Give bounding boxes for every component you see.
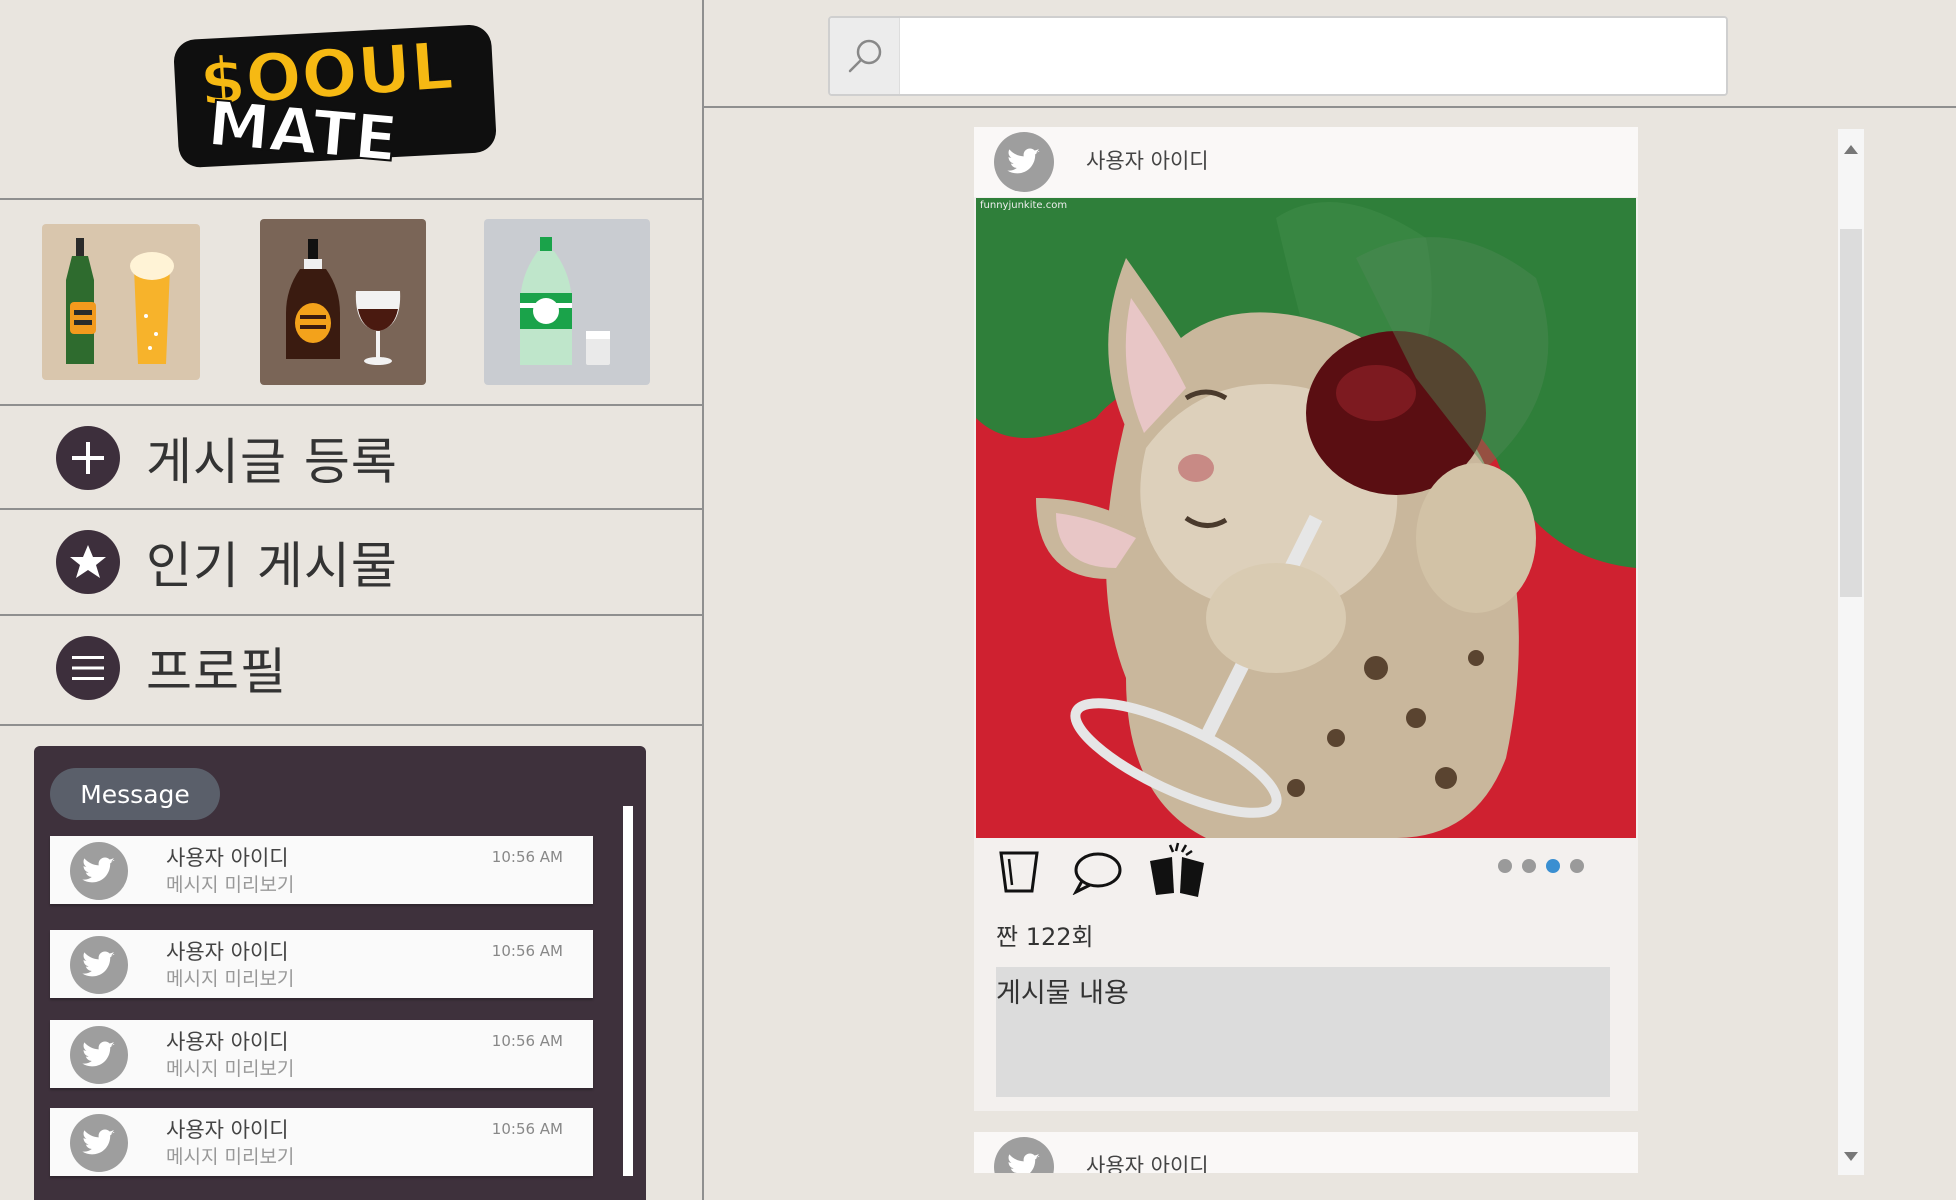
message-preview: 메시지 미리보기 xyxy=(166,1058,295,1080)
scroll-down-arrow[interactable] xyxy=(1844,1152,1858,1161)
avatar[interactable] xyxy=(994,132,1054,192)
divider xyxy=(0,198,704,200)
message-item[interactable]: 사용자 아이디 메시지 미리보기 10:56 AM xyxy=(50,1108,593,1176)
twitter-bird-icon xyxy=(1008,1153,1040,1173)
soju-icon xyxy=(520,237,610,365)
feed-scrollbar[interactable] xyxy=(1838,129,1864,1175)
message-time: 10:56 AM xyxy=(491,1032,563,1050)
post-header: 사용자 아이디 xyxy=(974,1132,1638,1173)
beer-icon xyxy=(66,238,174,364)
nav-profile[interactable]: 프로필 xyxy=(0,616,704,720)
app-root: $OOUL MATE 게시글 등록 인기 게시물 프로필 Message 사용자… xyxy=(0,0,1956,1200)
nav-popular[interactable]: 인기 게시물 xyxy=(0,510,704,614)
post-feed: 사용자 아이디 funnyjunkite.com 짠 122회 게시물 내용 사… xyxy=(974,127,1638,1173)
message-scrollbar[interactable] xyxy=(623,806,633,1176)
glass-button[interactable] xyxy=(996,849,1042,899)
post-card: 사용자 아이디 xyxy=(974,1132,1638,1173)
carousel-dot[interactable] xyxy=(1498,859,1512,873)
soulmate-logo[interactable]: $OOUL MATE xyxy=(170,22,505,177)
message-item[interactable]: 사용자 아이디 메시지 미리보기 10:56 AM xyxy=(50,836,593,904)
nav-profile-label: 프로필 xyxy=(146,643,287,701)
search-icon xyxy=(848,39,881,73)
post-header: 사용자 아이디 xyxy=(974,127,1638,197)
post-username[interactable]: 사용자 아이디 xyxy=(1086,145,1209,175)
twitter-bird-icon xyxy=(82,1129,115,1155)
message-panel: Message 사용자 아이디 메시지 미리보기 10:56 AM 사용자 아이… xyxy=(34,746,646,1200)
scroll-up-arrow[interactable] xyxy=(1844,145,1858,154)
message-preview: 메시지 미리보기 xyxy=(166,1146,295,1168)
message-time: 10:56 AM xyxy=(491,1120,563,1138)
divider xyxy=(0,724,704,726)
category-whiskey[interactable] xyxy=(260,219,426,385)
twitter-bird-icon xyxy=(82,951,115,977)
header-divider xyxy=(704,106,1956,108)
nav-popular-label: 인기 게시물 xyxy=(146,537,398,595)
nav-new-post[interactable]: 게시글 등록 xyxy=(0,406,704,510)
avatar xyxy=(70,842,128,900)
avatar xyxy=(70,936,128,994)
message-user: 사용자 아이디 xyxy=(166,1118,289,1142)
image-watermark: funnyjunkite.com xyxy=(980,200,1067,211)
carousel-dot[interactable] xyxy=(1570,859,1584,873)
whiskey-icon xyxy=(286,239,401,365)
avatar xyxy=(70,1114,128,1172)
post-content-text: 게시물 내용 xyxy=(996,978,1129,1009)
category-beer[interactable] xyxy=(42,224,200,380)
message-user: 사용자 아이디 xyxy=(166,846,289,870)
search-input[interactable] xyxy=(902,18,1726,94)
twitter-bird-icon xyxy=(1007,148,1040,174)
message-time: 10:56 AM xyxy=(491,942,563,960)
scroll-thumb[interactable] xyxy=(1840,229,1862,597)
menu-icon xyxy=(56,636,120,700)
carousel-dot-active[interactable] xyxy=(1546,859,1560,873)
nav-new-post-label: 게시글 등록 xyxy=(146,433,398,491)
post-content: 게시물 내용 xyxy=(996,967,1610,1097)
cheers-count: 짠 122회 xyxy=(996,923,1094,951)
star-icon xyxy=(56,530,120,594)
post-card: 사용자 아이디 xyxy=(974,127,1638,1111)
speech-bubble-icon xyxy=(1072,852,1122,896)
message-user: 사용자 아이디 xyxy=(166,1030,289,1054)
search-button[interactable] xyxy=(830,18,900,94)
message-user: 사용자 아이디 xyxy=(166,940,289,964)
avatar[interactable] xyxy=(994,1137,1054,1173)
carousel-indicator xyxy=(1498,859,1584,873)
sidebar: $OOUL MATE 게시글 등록 인기 게시물 프로필 Message 사용자… xyxy=(0,0,704,1200)
comment-button[interactable] xyxy=(1072,851,1122,899)
message-time: 10:56 AM xyxy=(491,848,563,866)
message-preview: 메시지 미리보기 xyxy=(166,968,295,990)
twitter-bird-icon xyxy=(82,1041,115,1067)
post-username[interactable]: 사용자 아이디 xyxy=(1086,1150,1209,1173)
message-preview: 메시지 미리보기 xyxy=(166,874,295,896)
plus-icon xyxy=(56,426,120,490)
glass-icon xyxy=(999,851,1039,893)
cheers-icon xyxy=(1150,842,1204,897)
message-tab[interactable]: Message xyxy=(50,768,220,820)
post-image[interactable]: funnyjunkite.com xyxy=(976,198,1636,838)
carousel-dot[interactable] xyxy=(1522,859,1536,873)
message-item[interactable]: 사용자 아이디 메시지 미리보기 10:56 AM xyxy=(50,1020,593,1088)
twitter-bird-icon xyxy=(82,857,115,883)
search-bar xyxy=(828,16,1728,96)
message-item[interactable]: 사용자 아이디 메시지 미리보기 10:56 AM xyxy=(50,930,593,998)
cheers-button[interactable] xyxy=(1146,839,1216,903)
category-soju[interactable] xyxy=(484,219,650,385)
avatar xyxy=(70,1026,128,1084)
